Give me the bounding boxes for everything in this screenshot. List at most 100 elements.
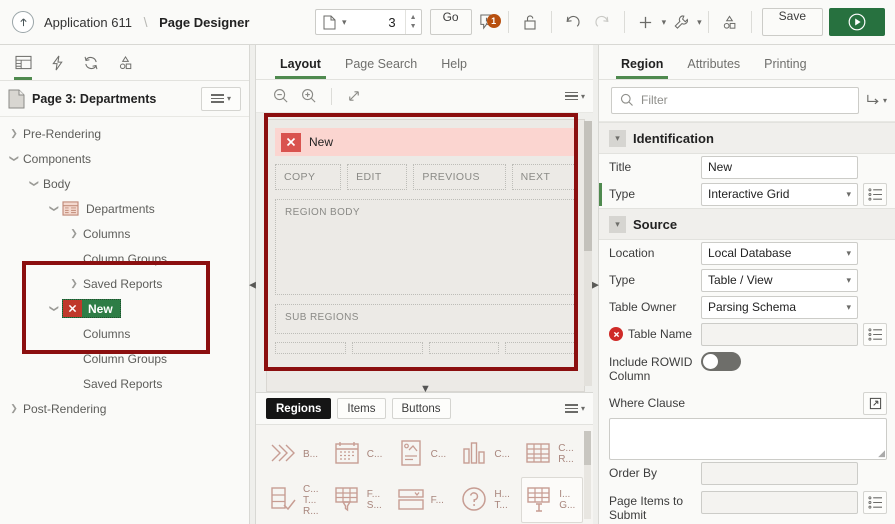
rendering-tab[interactable] <box>6 46 40 80</box>
shared-components-tab[interactable] <box>108 46 142 80</box>
where-clause-textarea[interactable]: ◢ <box>609 417 887 460</box>
gallery-item-chart[interactable]: C... <box>457 431 519 477</box>
tree-item-columns[interactable]: ❯Columns <box>0 321 249 346</box>
tree-item-new[interactable]: ❯ New <box>0 296 249 321</box>
tree-item-components[interactable]: ❯ Components <box>0 146 249 171</box>
gallery-menu-button[interactable]: ▾ <box>564 404 585 413</box>
breadcrumb-application[interactable]: Application 611 <box>44 15 132 30</box>
layout-menu-button[interactable]: ▾ <box>564 92 585 101</box>
gallery-tab-buttons[interactable]: Buttons <box>391 398 451 419</box>
section-header-source[interactable]: ▾ Source <box>599 207 895 240</box>
gallery-scrollbar[interactable] <box>584 431 591 519</box>
page-errors-button[interactable]: 1 <box>472 7 502 37</box>
stepper-down-icon[interactable]: ▼ <box>406 22 421 31</box>
tree-item-columns[interactable]: ❯Columns <box>0 221 249 246</box>
select-location[interactable]: Local Database ▾ <box>701 241 858 265</box>
chevron-down-icon[interactable]: ❯ <box>49 301 60 317</box>
goto-error-button[interactable]: ▾ <box>865 92 887 108</box>
tab-layout[interactable]: Layout <box>270 57 331 79</box>
filter-input[interactable]: Filter <box>611 86 859 114</box>
region-card-new[interactable]: New COPY EDIT PREVIOUS NEXT REGION BODY SUB… <box>266 119 585 392</box>
gallery-item-help[interactable]: H... T... <box>457 477 519 523</box>
gallery-item-checklist[interactable]: C... T... R... <box>266 477 328 523</box>
select-type[interactable]: Table / View ▾ <box>701 268 858 292</box>
tree-item-body[interactable]: ❯ Body <box>0 171 249 196</box>
chevron-down-icon[interactable]: ▾ <box>609 215 626 233</box>
component-tree[interactable]: ❯ Pre-Rendering ❯ Components ❯ Body ❯ Departmen… <box>0 117 249 524</box>
page-menu-button[interactable]: ▾ <box>201 86 241 111</box>
tab-printing[interactable]: Printing <box>754 57 816 79</box>
list-of-values-button-page-items-to-submit[interactable] <box>863 490 887 514</box>
undo-button[interactable] <box>558 7 588 37</box>
gallery-item-card[interactable]: C... <box>394 431 456 477</box>
tree-item-departments[interactable]: ❯ Departments <box>0 196 249 221</box>
select-type[interactable]: Interactive Grid ▾ <box>701 182 858 206</box>
create-menu-button[interactable]: ▾ <box>631 7 666 37</box>
list-of-values-button-type[interactable] <box>863 182 887 206</box>
expand-diagonal-icon[interactable] <box>341 83 367 109</box>
select-table-owner[interactable]: Parsing Schema ▾ <box>701 295 858 319</box>
tree-item-column-groups[interactable]: ❯Column Groups <box>0 246 249 271</box>
tab-page-search[interactable]: Page Search <box>335 57 427 79</box>
property-list[interactable]: ▾ Identification Title New Type Interactive G… <box>599 121 895 524</box>
processing-tab[interactable] <box>74 46 108 80</box>
gallery-tab-regions[interactable]: Regions <box>266 398 332 419</box>
stepper-up-icon[interactable]: ▲ <box>406 13 421 22</box>
zoom-in-icon[interactable] <box>296 83 322 109</box>
tab-attributes[interactable]: Attributes <box>677 57 750 79</box>
gallery-item-interactive-grid[interactable]: I... G... <box>521 477 583 523</box>
go-button[interactable]: Go <box>429 9 472 35</box>
chevron-down-icon[interactable]: ❯ <box>49 201 60 217</box>
input-table-name[interactable] <box>701 322 858 346</box>
lock-button[interactable] <box>515 7 545 37</box>
chevron-right-icon[interactable]: ❯ <box>66 228 82 239</box>
page-selector[interactable]: ▾ 3 ▲ ▼ <box>315 9 422 35</box>
tree-item-pre-rendering[interactable]: ❯ Pre-Rendering <box>0 121 249 146</box>
layout-canvas[interactable]: New COPY EDIT PREVIOUS NEXT REGION BODY SUB… <box>256 113 593 392</box>
gallery-item-form[interactable]: F... <box>394 477 456 523</box>
dynamic-actions-tab[interactable] <box>40 46 74 80</box>
redo-button[interactable] <box>588 7 618 37</box>
region-button-copy[interactable]: COPY <box>275 164 342 190</box>
chevron-down-icon[interactable]: ▾ <box>342 17 347 28</box>
chevron-down-icon[interactable]: ❯ <box>9 151 20 167</box>
region-button-previous[interactable]: PREVIOUS <box>413 164 506 190</box>
tab-help[interactable]: Help <box>431 57 477 79</box>
navigate-up-button[interactable] <box>12 11 34 33</box>
tab-region[interactable]: Region <box>611 57 673 79</box>
region-header[interactable]: New <box>275 128 576 156</box>
chevron-down-icon[interactable]: ▾ <box>609 129 626 147</box>
gallery-item-calendar[interactable]: C... <box>330 431 392 477</box>
chevron-down-icon[interactable]: ❯ <box>29 176 40 192</box>
region-body-placeholder[interactable]: REGION BODY <box>275 199 576 295</box>
tree-item-column-groups[interactable]: ❯Column Groups <box>0 346 249 371</box>
tree-item-post-rendering[interactable]: ❯ Post-Rendering <box>0 396 249 421</box>
region-button-next[interactable]: NEXT <box>511 164 577 190</box>
toggle-include-rowid-column[interactable] <box>701 351 741 371</box>
utilities-menu-button[interactable]: ▾ <box>666 7 702 37</box>
tree-item-selected-new[interactable]: New <box>62 299 121 318</box>
scroll-down-arrow-icon[interactable]: ▼ <box>420 383 431 392</box>
page-number-stepper[interactable]: ▲ ▼ <box>404 10 421 34</box>
shared-components-button[interactable] <box>715 7 745 37</box>
page-number-input[interactable]: 3 <box>351 15 403 30</box>
component-gallery[interactable]: B... C... C... C... C... R... C... T... R... F...… <box>256 424 593 524</box>
chevron-right-icon[interactable]: ❯ <box>66 278 82 289</box>
input-order-by[interactable] <box>701 461 858 485</box>
expand-editor-icon[interactable] <box>863 391 887 415</box>
input-page-items-to-submit[interactable] <box>701 490 858 514</box>
tree-item-saved-reports[interactable]: ❯Saved Reports <box>0 371 249 396</box>
gallery-item-chevrons[interactable]: B... <box>266 431 328 477</box>
input-title[interactable]: New <box>701 155 858 179</box>
chevron-right-icon[interactable]: ❯ <box>6 128 22 139</box>
section-header-identification[interactable]: ▾ Identification <box>599 121 895 154</box>
region-button-edit[interactable]: EDIT <box>347 164 408 190</box>
chevron-right-icon[interactable]: ❯ <box>6 403 22 414</box>
zoom-out-icon[interactable] <box>268 83 294 109</box>
sub-regions-placeholder[interactable]: SUB REGIONS <box>275 304 576 334</box>
list-of-values-button-table-name[interactable] <box>863 322 887 346</box>
tree-item-saved-reports[interactable]: ❯Saved Reports <box>0 271 249 296</box>
canvas-scrollbar[interactable] <box>584 121 592 386</box>
gallery-tab-items[interactable]: Items <box>337 398 386 419</box>
resize-grip-icon[interactable]: ◢ <box>878 448 885 459</box>
